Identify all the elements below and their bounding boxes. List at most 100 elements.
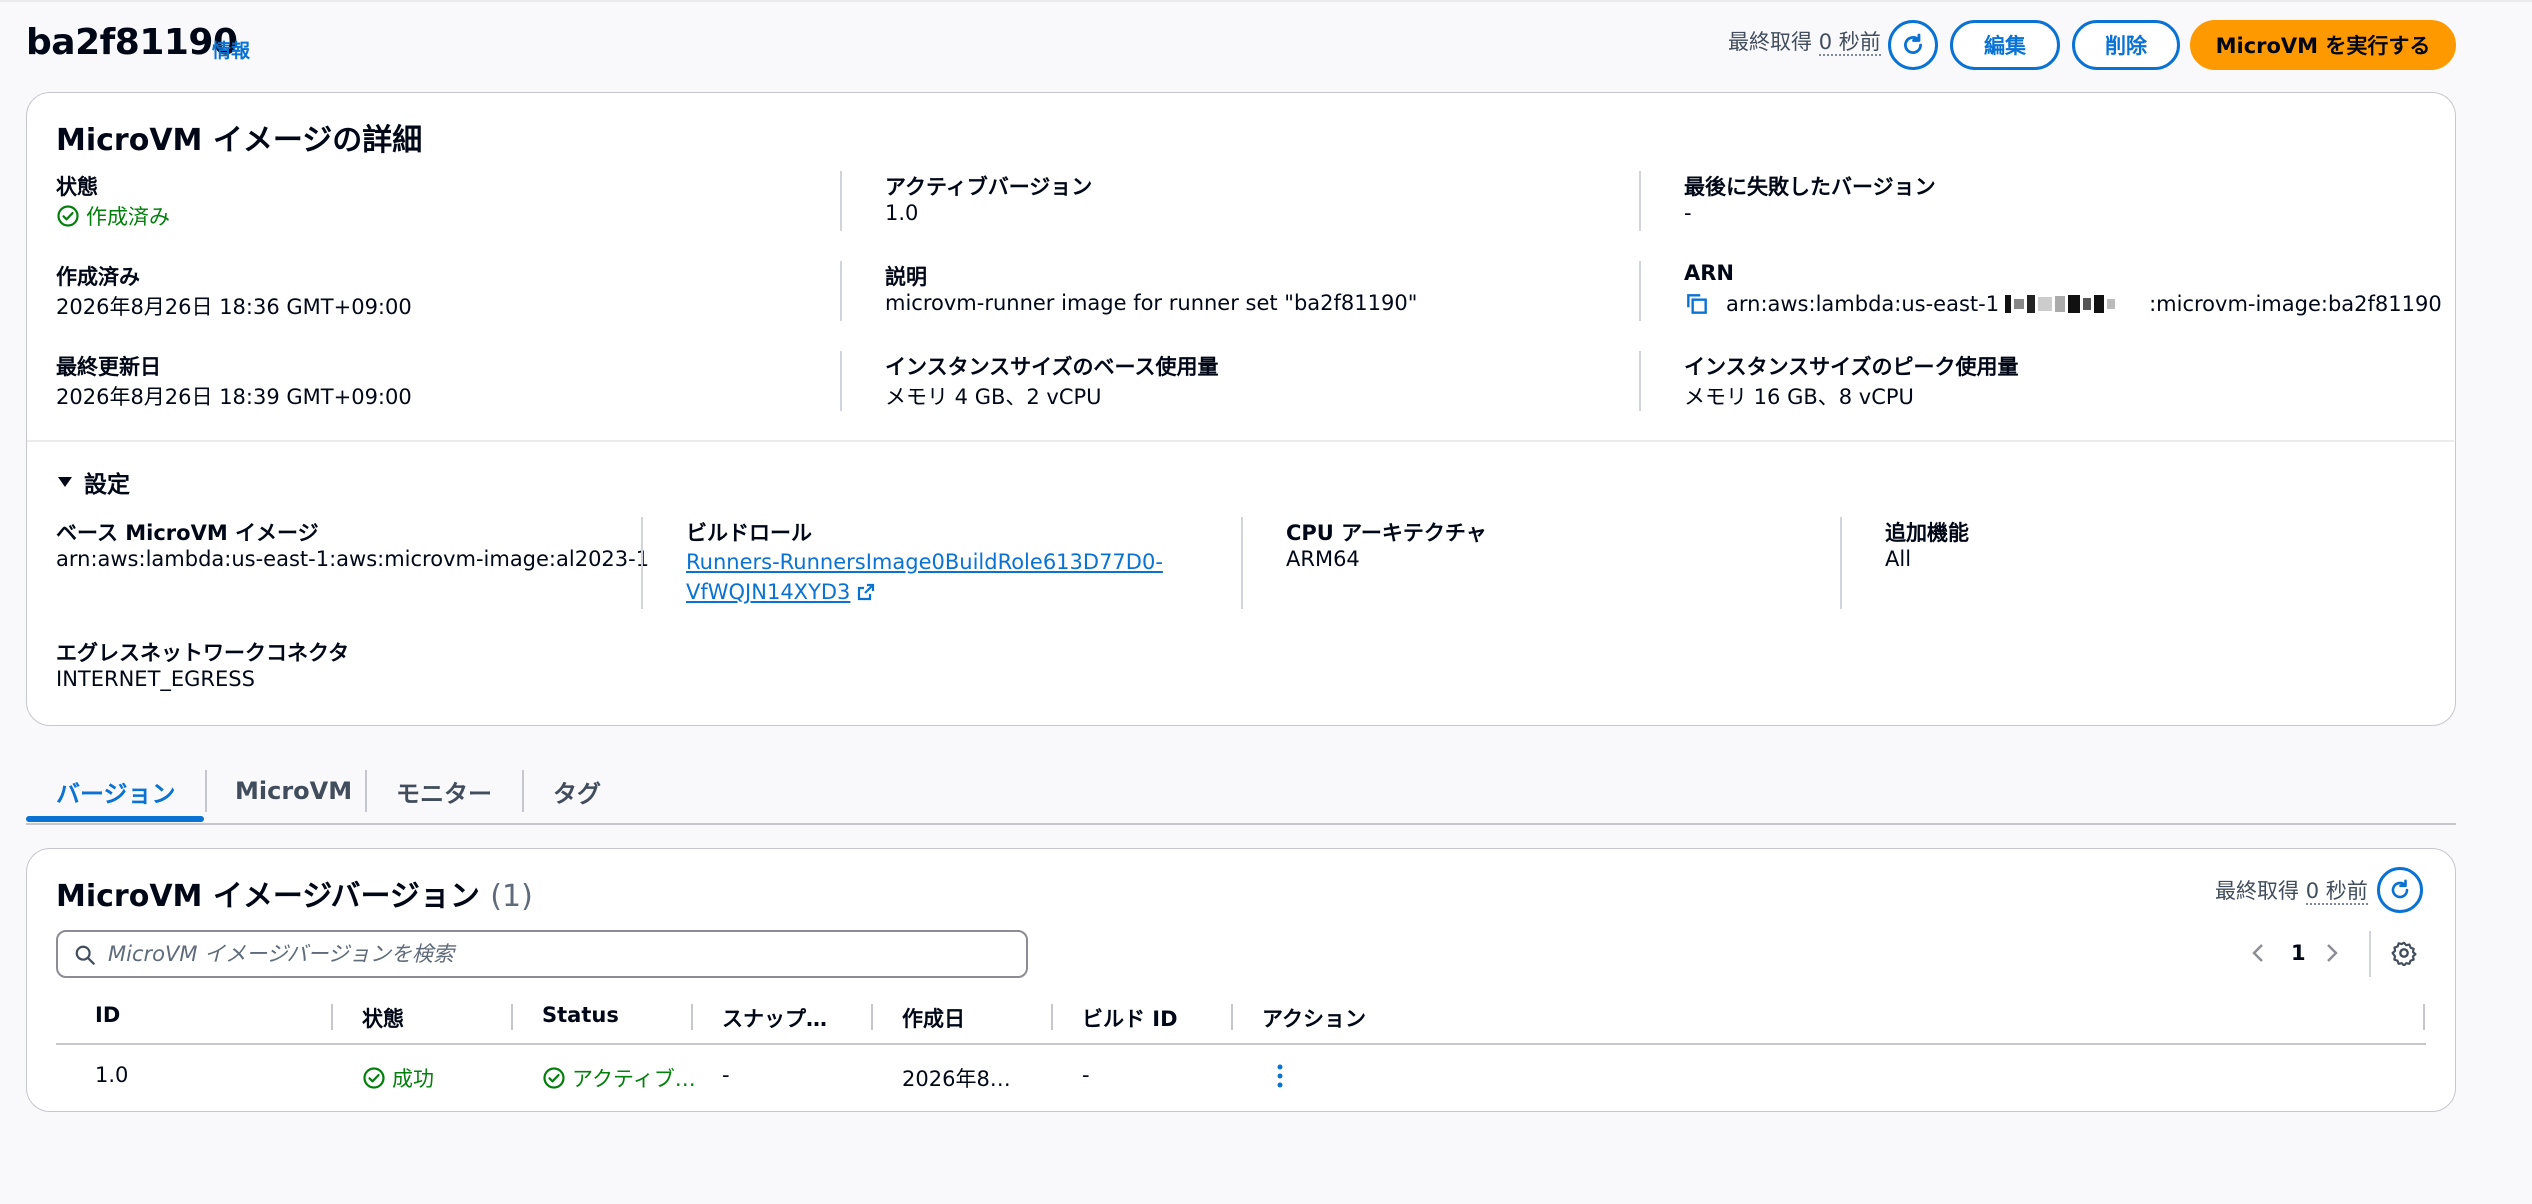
- prev-page-icon[interactable]: [2249, 941, 2269, 965]
- column-resizer[interactable]: [1051, 1004, 1053, 1030]
- last-fetched-prefix: 最終取得: [1728, 30, 1812, 54]
- next-page-icon[interactable]: [2321, 941, 2341, 965]
- versions-count: (1): [490, 879, 533, 914]
- last-failed-value: -: [1684, 201, 1692, 225]
- details-heading: MicroVM イメージの詳細: [56, 123, 423, 158]
- updated-label: 最終更新日: [56, 355, 161, 379]
- extra-features-label: 追加機能: [1885, 521, 1969, 545]
- tabs-baseline: [26, 823, 2456, 825]
- active-tab-indicator: [26, 816, 204, 822]
- versions-fetched-prefix: 最終取得: [2215, 879, 2299, 903]
- peak-usage-value: メモリ 16 GB、8 vCPU: [1684, 385, 1914, 409]
- status-value: 作成済み: [56, 201, 170, 231]
- tab-divider: [365, 770, 367, 812]
- cell-state-text: 成功: [392, 1067, 434, 1091]
- gear-icon[interactable]: [2391, 940, 2417, 966]
- column-divider: [1840, 517, 1842, 609]
- success-check-icon: [57, 205, 79, 227]
- last-failed-label: 最後に失敗したバージョン: [1684, 175, 1936, 199]
- cell-created: 2026年8…: [902, 1067, 1011, 1091]
- base-usage-label: インスタンスサイズのベース使用量: [885, 355, 1219, 379]
- search-input[interactable]: [108, 940, 1008, 968]
- column-header-created[interactable]: 作成日: [902, 1003, 965, 1033]
- external-link-icon: [858, 583, 875, 601]
- edit-button[interactable]: 編集: [1950, 20, 2060, 70]
- details-container: MicroVM イメージの詳細 状態 作成済み 作成済み 2026年8月26日 …: [26, 92, 2456, 726]
- cell-status: アクティブ…: [542, 1063, 696, 1093]
- column-header-snapshot[interactable]: スナップ…: [722, 1003, 827, 1033]
- active-version-label: アクティブバージョン: [885, 175, 1093, 199]
- cpu-arch-value: ARM64: [1286, 547, 1360, 571]
- success-check-icon: [363, 1067, 385, 1089]
- arn-suffix: :microvm-image:ba2f81190: [2149, 292, 2442, 316]
- column-header-state[interactable]: 状態: [362, 1003, 404, 1033]
- column-divider: [1639, 261, 1641, 321]
- versions-refresh-button[interactable]: [2377, 867, 2423, 913]
- egress-label: エグレスネットワークコネクタ: [56, 641, 350, 665]
- version-search[interactable]: [56, 930, 1028, 978]
- build-role-line1[interactable]: Runners-RunnersImage0BuildRole613D77D0-: [686, 547, 1163, 577]
- delete-button[interactable]: 削除: [2072, 20, 2180, 70]
- cell-snapshot: -: [722, 1063, 730, 1087]
- column-divider: [1639, 351, 1641, 411]
- column-header-status[interactable]: Status: [542, 1003, 619, 1027]
- column-header-actions: アクション: [1262, 1007, 1366, 1031]
- table-header-divider: [56, 1043, 2426, 1045]
- pagination-divider: [2369, 931, 2371, 977]
- refresh-icon: [2391, 879, 2409, 899]
- cpu-arch-label: CPU アーキテクチャ: [1286, 521, 1487, 545]
- column-resizer[interactable]: [2423, 1004, 2425, 1030]
- created-label: 作成済み: [56, 265, 140, 289]
- arn-prefix: arn:aws:lambda:us-east-1: [1726, 292, 2000, 316]
- build-role-link[interactable]: Runners-RunnersImage0BuildRole613D77D0- …: [686, 547, 1163, 607]
- tab-microvm[interactable]: MicroVM: [235, 770, 352, 812]
- redacted-account-id: [1999, 293, 2149, 315]
- last-fetched: 最終取得 0 秒前: [1728, 26, 1881, 56]
- tab-divider: [522, 770, 524, 812]
- versions-heading: MicroVM イメージバージョン: [56, 879, 480, 914]
- page-header: ba2f81190 情報 最終取得 0 秒前 編集 削除 MicroVM を実行…: [26, 20, 2456, 70]
- cell-build-id: -: [1082, 1063, 1090, 1087]
- current-page[interactable]: 1: [2291, 941, 2306, 965]
- refresh-button[interactable]: [1888, 20, 1938, 70]
- versions-fetched-value: 0 秒前: [2305, 879, 2368, 905]
- tab-versions[interactable]: バージョン: [56, 770, 176, 812]
- column-resizer[interactable]: [691, 1004, 693, 1030]
- cell-status-text: アクティブ…: [572, 1067, 696, 1091]
- created-value: 2026年8月26日 18:36 GMT+09:00: [56, 295, 412, 319]
- base-usage-value: メモリ 4 GB、2 vCPU: [885, 385, 1102, 409]
- refresh-icon: [1904, 33, 1922, 54]
- column-resizer[interactable]: [871, 1004, 873, 1030]
- info-link[interactable]: 情報: [212, 36, 250, 63]
- column-divider: [641, 517, 643, 609]
- build-role-line2[interactable]: VfWQJN14XYD3: [686, 577, 850, 607]
- copy-arn-button[interactable]: [1684, 289, 1718, 319]
- status-text: 作成済み: [86, 205, 170, 229]
- run-microvm-button[interactable]: MicroVM を実行する: [2190, 20, 2456, 70]
- tab-monitor[interactable]: モニター: [396, 770, 492, 812]
- peak-usage-label: インスタンスサイズのピーク使用量: [1684, 355, 2019, 379]
- base-image-value: arn:aws:lambda:us-east-1:aws:microvm-ima…: [56, 547, 650, 571]
- versions-last-fetched: 最終取得 0 秒前: [2215, 875, 2368, 905]
- cell-id: 1.0: [95, 1063, 129, 1087]
- row-actions-button[interactable]: [1268, 1062, 1292, 1090]
- column-header-id[interactable]: ID: [95, 1003, 120, 1027]
- settings-expander[interactable]: 設定: [56, 465, 130, 499]
- column-resizer[interactable]: [1231, 1004, 1233, 1030]
- arn-value: arn:aws:lambda:us-east-1 :microvm-image:…: [1684, 289, 2442, 319]
- column-divider: [840, 261, 842, 321]
- top-border: [0, 0, 2532, 2]
- description-value: microvm-runner image for runner set "ba2…: [885, 291, 1418, 315]
- success-check-icon: [543, 1067, 565, 1089]
- column-header-build-id[interactable]: ビルド ID: [1082, 1003, 1178, 1033]
- page-title: ba2f81190: [26, 22, 238, 63]
- updated-value: 2026年8月26日 18:39 GMT+09:00: [56, 385, 412, 409]
- caret-down-icon: [58, 477, 72, 487]
- tab-tags[interactable]: タグ: [553, 770, 601, 812]
- search-icon: [75, 945, 95, 965]
- column-divider: [840, 171, 842, 231]
- cell-state: 成功: [362, 1063, 434, 1093]
- column-resizer[interactable]: [331, 1004, 333, 1030]
- egress-value: INTERNET_EGRESS: [56, 667, 255, 691]
- column-resizer[interactable]: [511, 1004, 513, 1030]
